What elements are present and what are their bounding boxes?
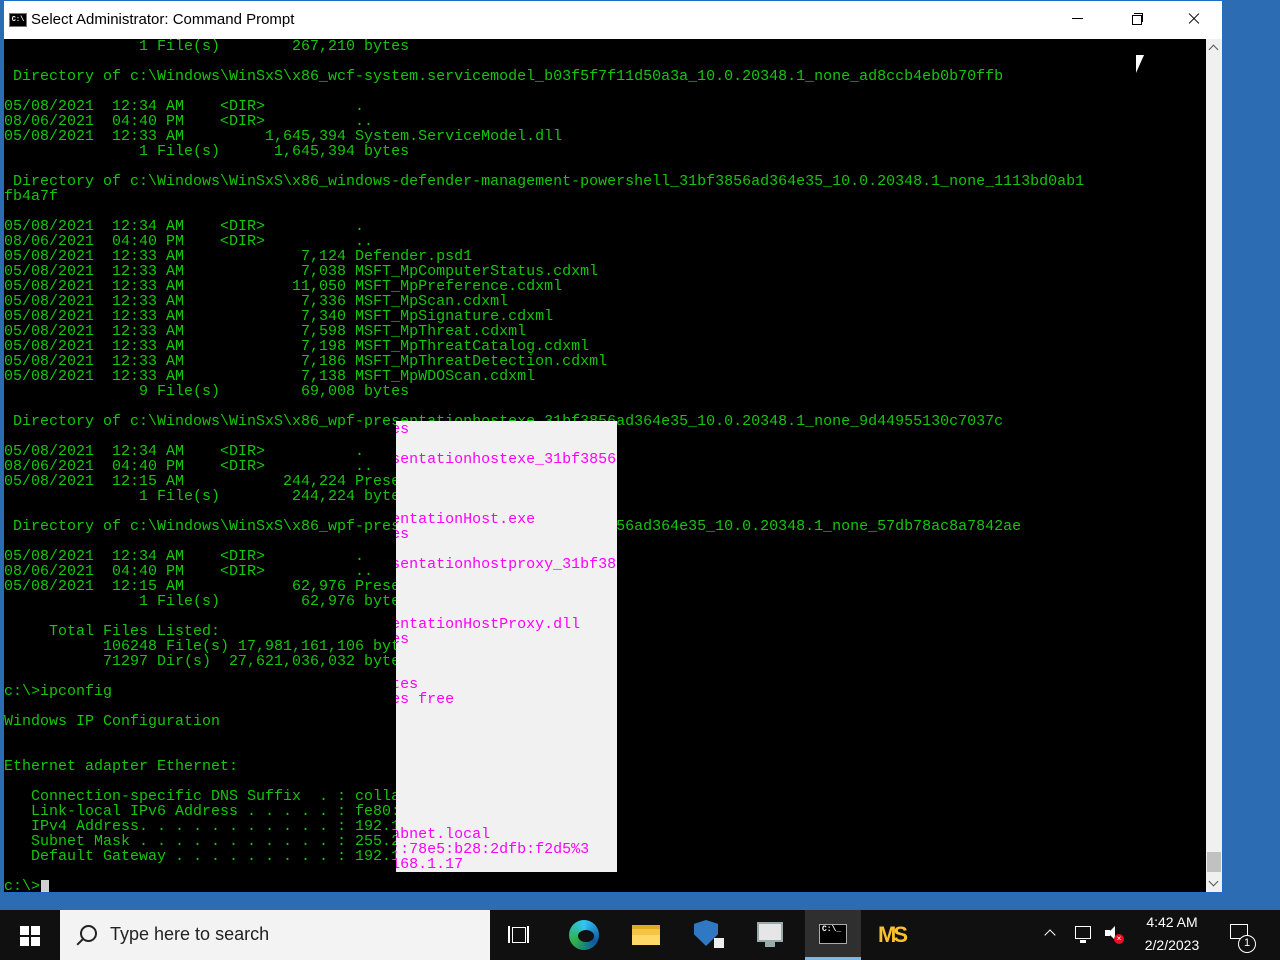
network-icon[interactable] [1075,926,1091,943]
console-line: Directory of c:\Windows\WinSxS\x86_wpf-p… [396,556,617,573]
search-icon [80,925,97,942]
cmd-app-icon: C:\ [9,13,27,27]
console-line: 106248 File(s) 17,981,161,106 bytes [396,676,419,693]
clock-date[interactable]: 2/2/2023 [1140,937,1204,953]
console-line: 05/08/2021 12:33 AM 7,124 Defender.psd1 [4,248,473,265]
console-line: 05/08/2021 12:33 AM 7,186 MSFT_MpThreatD… [4,353,608,370]
ms-app-taskbar-button[interactable]: MS [866,910,918,960]
console-line: 71297 Dir(s) 27,621,036,032 bytes free [396,691,455,708]
selected-console-text: 1 File(s) 267,210 bytes Directory of c:\… [396,421,617,872]
taskbar-search-box[interactable]: Type here to search [60,910,490,960]
monitor-icon [757,922,783,942]
console-line: 05/08/2021 12:33 AM 1,645,394 System.Ser… [4,128,563,145]
clock-time[interactable]: 4:42 AM [1140,914,1204,930]
console-line: 05/08/2021 12:33 AM 7,340 MSFT_MpSignatu… [4,308,554,325]
task-view-button[interactable] [494,910,546,960]
windows-logo-icon [20,926,29,935]
console-line: 1 File(s) 62,976 bytes [396,631,410,648]
console-line: Link-local IPv6 Address . . . . . : fe80… [396,841,590,858]
console-line: 05/08/2021 12:34 AM <DIR> . [4,218,365,235]
console-line: 05/08/2021 12:33 AM 7,198 MSFT_MpThreatC… [4,338,590,355]
console-line: 05/08/2021 12:34 AM <DIR> . [4,98,365,115]
console-line: 08/06/2021 04:40 PM <DIR> .. [4,233,374,250]
file-explorer-taskbar-button[interactable] [620,910,672,960]
console-line: 08/06/2021 04:40 PM <DIR> .. [4,113,374,130]
scroll-thumb[interactable] [1207,852,1221,872]
console-line: 05/08/2021 12:33 AM 11,050 MSFT_MpPrefer… [4,278,563,295]
console-line: 05/08/2021 12:15 AM 244,224 Presentation… [396,511,536,528]
console-line: 1 File(s) 1,645,394 bytes [4,143,410,160]
selection-text-mask: 1 File(s) 267,210 bytes Directory of c:\… [396,421,617,872]
ms-app-icon: MS [878,922,908,947]
command-prompt-window[interactable]: C:\ Select Administrator: Command Prompt… [3,0,1223,893]
notification-count-badge: 1 [1238,935,1256,953]
console-line: 1 File(s) 267,210 bytes [4,39,410,55]
console-line: c:\>ipconfig [396,722,617,737]
volume-icon[interactable] [1105,926,1115,940]
console-line: 08/06/2021 04:40 PM <DIR> .. [396,497,617,512]
close-button[interactable] [1164,1,1222,37]
console-line: Connection-specific DNS Suffix . : colla… [396,826,491,843]
title-bar[interactable]: C:\ Select Administrator: Command Prompt [4,1,1222,39]
console-output[interactable]: 1 File(s) 267,210 bytes Directory of c:\… [4,39,1204,892]
window-title: Select Administrator: Command Prompt [31,11,295,28]
minimize-button[interactable] [1048,1,1106,37]
console-line: 1 File(s) 244,224 bytes [396,526,410,543]
console-line: Total Files Listed: [396,662,617,677]
console-line: fb4a7f [4,188,59,205]
console-line: 9 File(s) 69,008 bytes [4,383,410,400]
cmd-icon: C:\_ [819,924,847,944]
console-line: Ethernet adapter Ethernet: [396,797,617,812]
console-line: 9 File(s) 69,008 bytes [396,421,410,438]
vertical-scrollbar[interactable] [1206,39,1222,892]
console-line: 05/08/2021 12:34 AM <DIR> . [396,482,617,497]
console-line: 05/08/2021 12:33 AM 7,336 MSFT_MpScan.cd… [4,293,509,310]
console-line: Windows IP Configuration [396,752,617,767]
taskbar: Type here to search C:\_ MS × 4:42 AM 2/… [0,910,1280,960]
console-line: IPv4 Address. . . . . . . . . . . : 192.… [396,856,464,872]
defender-taskbar-button[interactable] [682,910,734,960]
console-line: 05/08/2021 12:33 AM 7,138 MSFT_MpWDOScan… [4,368,536,385]
console-line: 05/08/2021 12:15 AM 62,976 PresentationH… [396,616,581,633]
scroll-up-arrow-icon[interactable] [1206,39,1222,57]
scroll-down-arrow-icon[interactable] [1206,876,1222,892]
console-line: 05/08/2021 12:33 AM 7,038 MSFT_MpCompute… [4,263,599,280]
remote-desktop-taskbar-button[interactable] [744,910,796,960]
console-line: c:\> [4,879,1084,892]
restore-button[interactable] [1106,1,1164,37]
search-placeholder: Type here to search [110,924,270,944]
task-view-icon [512,927,526,943]
command-prompt-taskbar-button[interactable]: C:\_ [805,910,861,960]
console-line: 05/08/2021 12:34 AM <DIR> . [396,587,617,602]
mouse-pointer-icon [1136,55,1144,73]
start-button[interactable] [0,910,60,960]
text-cursor [41,879,50,892]
console-line: 08/06/2021 04:40 PM <DIR> .. [396,602,617,617]
edge-taskbar-button[interactable] [558,910,610,960]
show-hidden-icons-chevron-icon[interactable] [1044,929,1056,941]
mute-badge-icon: × [1114,934,1124,944]
console-line: Directory of c:\Windows\WinSxS\x86_wcf-s… [4,68,1004,85]
console-line: Directory of c:\Windows\WinSxS\x86_wpf-p… [396,451,617,468]
console-line: Directory of c:\Windows\WinSxS\x86_windo… [4,173,1085,190]
console-line: 05/08/2021 12:33 AM 7,598 MSFT_MpThreat.… [4,323,527,340]
